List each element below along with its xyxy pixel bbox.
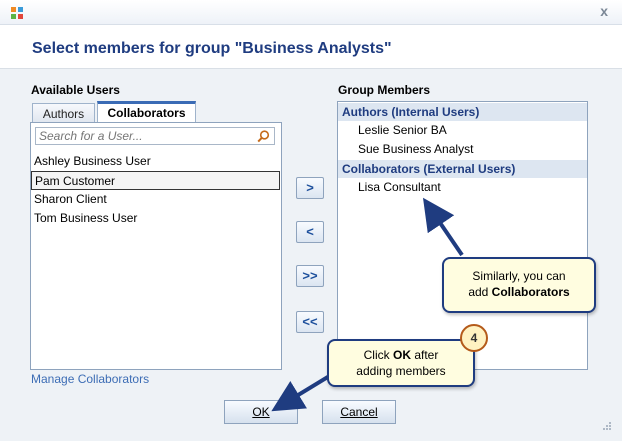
search-input[interactable] — [39, 129, 239, 143]
list-item[interactable]: Lisa Consultant — [358, 178, 441, 197]
callout-collab-line1: Similarly, you can — [472, 269, 566, 283]
callout-collab-bold: Collaborators — [491, 285, 570, 299]
add-selected-button[interactable]: > — [296, 177, 324, 199]
callout-click-ok: Click OK after adding members — [327, 339, 475, 387]
cancel-button[interactable]: Cancel — [322, 400, 396, 424]
remove-all-button[interactable]: << — [296, 311, 324, 333]
add-all-button[interactable]: >> — [296, 265, 324, 287]
manage-collaborators-link[interactable]: Manage Collaborators — [31, 372, 149, 386]
search-icon[interactable] — [257, 130, 270, 143]
user-search-box[interactable] — [35, 127, 275, 145]
tab-authors[interactable]: Authors — [32, 103, 95, 123]
list-item[interactable]: Sharon Client — [31, 190, 280, 209]
callout-add-collaborators: Similarly, you can add Collaborators — [442, 257, 596, 313]
list-item[interactable]: Tom Business User — [31, 209, 280, 228]
callout-collab-line2: add Collaborators — [444, 284, 594, 300]
list-item[interactable]: Sue Business Analyst — [358, 140, 473, 159]
group-members-label: Group Members — [338, 83, 431, 97]
remove-selected-button[interactable]: < — [296, 221, 324, 243]
dialog-title: Select members for group "Business Analy… — [32, 40, 392, 57]
callout-ok-bold: OK — [392, 348, 411, 362]
callout-ok-line1: Click OK after — [329, 347, 473, 363]
list-item-selected[interactable]: Pam Customer — [31, 171, 280, 190]
list-item[interactable]: Ashley Business User — [31, 152, 280, 171]
callout-ok-suffix: after — [410, 348, 439, 362]
ok-button[interactable]: OK — [224, 400, 298, 424]
app-logo-icon — [11, 7, 23, 19]
group-header-authors: Authors (Internal Users) — [338, 103, 587, 121]
resize-grip-icon[interactable] — [602, 421, 612, 431]
group-header-collaborators: Collaborators (External Users) — [338, 160, 587, 178]
list-item[interactable]: Leslie Senior BA — [358, 121, 447, 140]
callout-ok-prefix: Click — [363, 348, 393, 362]
step-number-badge: 4 — [460, 324, 488, 352]
ok-button-label: OK — [252, 405, 270, 419]
tab-collaborators[interactable]: Collaborators — [97, 101, 196, 123]
callout-ok-line2: adding members — [356, 364, 446, 378]
close-icon[interactable]: x — [600, 3, 608, 19]
title-bar: x — [0, 0, 622, 25]
available-users-label: Available Users — [31, 83, 120, 97]
cancel-button-label: Cancel — [340, 405, 378, 419]
callout-collab-prefix: add — [468, 285, 492, 299]
